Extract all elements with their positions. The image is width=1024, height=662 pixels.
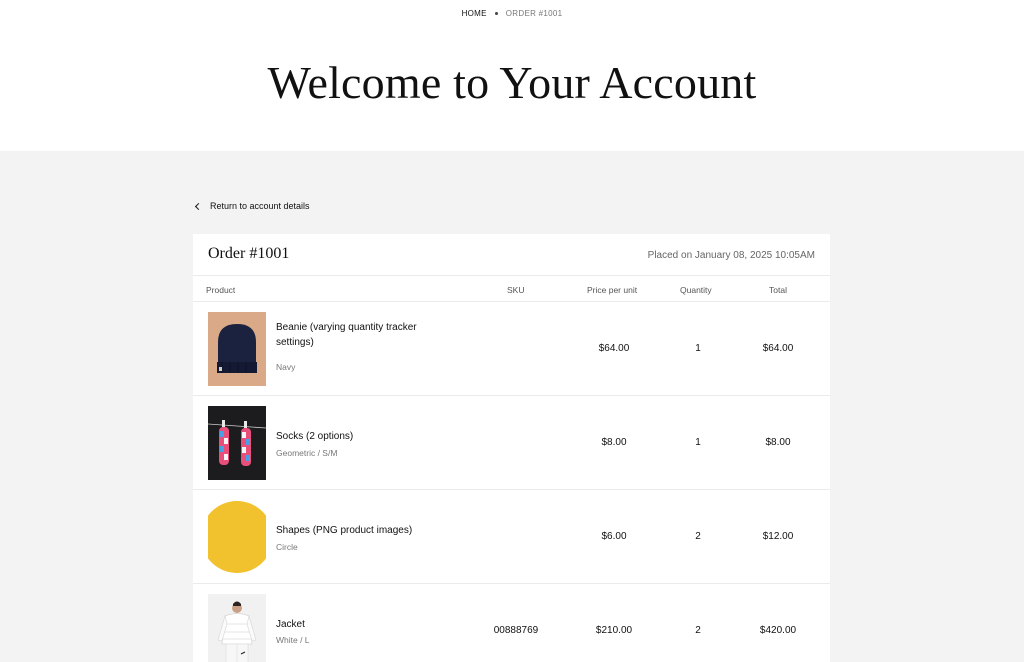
product-price: $64.00	[598, 343, 630, 354]
product-variant: Circle	[276, 542, 298, 552]
column-header-total: Total	[769, 285, 787, 295]
product-image-shapes[interactable]	[208, 500, 266, 574]
product-name[interactable]: Socks (2 options)	[276, 429, 446, 444]
product-sku: 00888769	[493, 625, 539, 636]
circle-shape-image	[208, 500, 266, 574]
return-to-account-link[interactable]: Return to account details	[194, 201, 310, 211]
product-quantity: 2	[695, 625, 701, 636]
product-sku	[476, 302, 556, 396]
column-header-product: Product	[206, 285, 236, 295]
product-variant: Navy	[276, 362, 296, 372]
product-price: $210.00	[595, 625, 633, 636]
product-sku	[476, 396, 556, 490]
product-total: $8.00	[765, 437, 791, 448]
table-row: Socks (2 options) Geometric / S/M $8.00 …	[193, 396, 830, 490]
product-price: $8.00	[601, 437, 627, 448]
product-total: $12.00	[762, 531, 794, 542]
product-name[interactable]: Shapes (PNG product images)	[276, 523, 446, 538]
column-header-sku: SKU	[507, 285, 525, 295]
product-image-beanie[interactable]	[208, 312, 266, 386]
product-quantity: 1	[695, 343, 701, 354]
table-row: Beanie (varying quantity tracker setting…	[193, 302, 830, 396]
product-image-jacket[interactable]	[208, 594, 266, 662]
product-total: $64.00	[762, 343, 794, 354]
product-variant: Geometric / S/M	[276, 448, 338, 458]
page-header: HOME ORDER #1001 Welcome to Your Account	[0, 0, 1024, 151]
page-title: Welcome to Your Account	[267, 57, 757, 108]
column-header-price: Price per unit	[587, 285, 638, 295]
socks-image	[208, 406, 266, 480]
product-name[interactable]: Beanie (varying quantity tracker setting…	[276, 320, 446, 350]
chevron-left-icon	[194, 202, 203, 210]
product-image-socks[interactable]	[208, 406, 266, 480]
product-sku	[476, 490, 556, 584]
breadcrumb: HOME ORDER #1001	[0, 9, 1024, 18]
breadcrumb-separator	[494, 12, 498, 16]
order-card: Order #1001 Placed on January 08, 2025 1…	[193, 234, 830, 662]
product-variant: White / L	[276, 635, 310, 645]
beanie-image	[208, 312, 266, 386]
return-link-label: Return to account details	[210, 201, 310, 211]
table-row: Jacket White / L 00888769 $210.00 2 $420…	[193, 584, 830, 662]
table-row: Shapes (PNG product images) Circle $6.00…	[193, 490, 830, 584]
product-total: $420.00	[759, 625, 797, 636]
table-header: Product SKU Price per unit Quantity Tota…	[193, 276, 830, 302]
order-title: Order #1001	[208, 245, 290, 262]
order-placed-date: Placed on January 08, 2025 10:05AM	[647, 250, 815, 261]
product-price: $6.00	[601, 531, 627, 542]
product-quantity: 2	[695, 531, 701, 542]
column-header-quantity: Quantity	[680, 285, 712, 295]
breadcrumb-current: ORDER #1001	[505, 9, 563, 18]
product-name[interactable]: Jacket	[276, 617, 446, 632]
breadcrumb-home-link[interactable]: HOME	[462, 9, 487, 18]
order-header: Order #1001 Placed on January 08, 2025 1…	[193, 234, 830, 276]
product-quantity: 1	[695, 437, 701, 448]
jacket-image	[208, 594, 266, 662]
